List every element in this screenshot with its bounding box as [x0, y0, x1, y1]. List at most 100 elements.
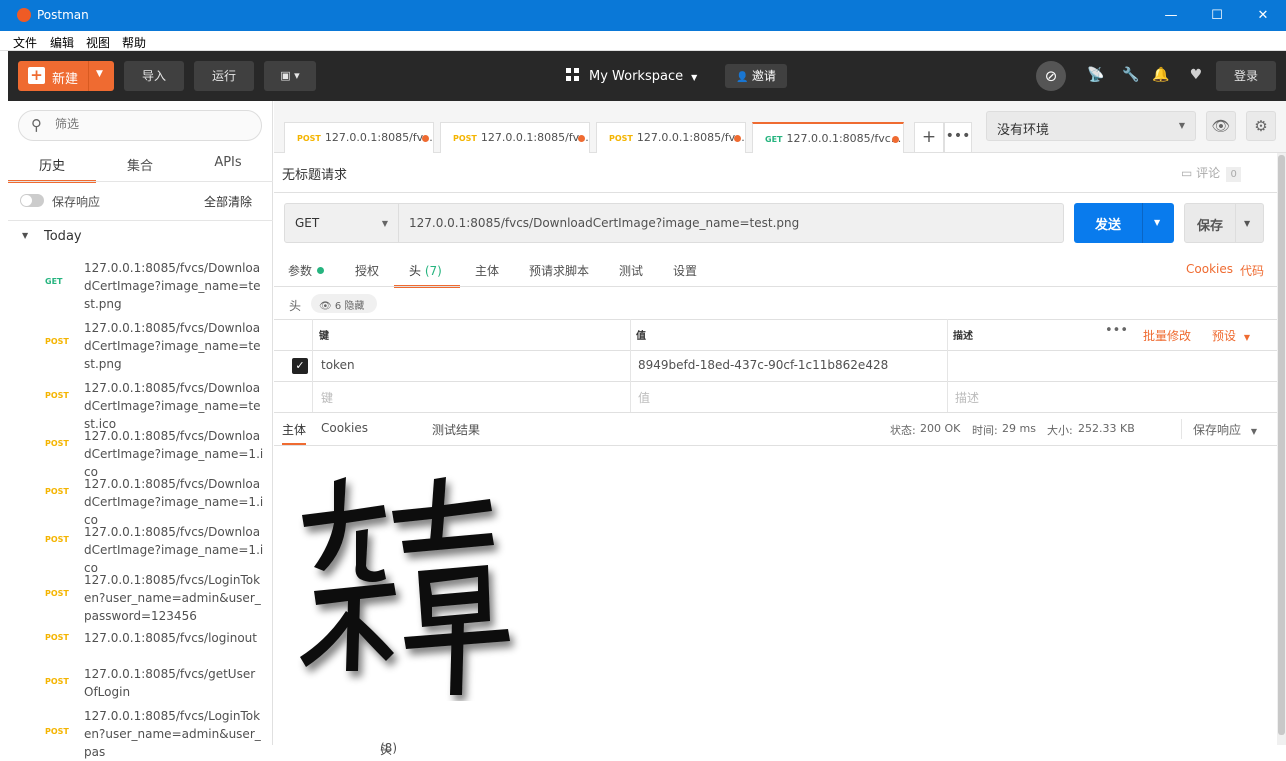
tab-apis[interactable]: APIs: [184, 155, 272, 183]
chevron-down-icon: ▼: [691, 73, 698, 82]
unsaved-dot: [422, 135, 429, 142]
response-tab-test-results[interactable]: 测试结果: [432, 421, 480, 438]
sidebar: ⚲ 历史 集合 APIs 保存响应 全部清除 ▼ Today GET 127.0.…: [8, 101, 273, 759]
chevron-down-icon: ▼: [1250, 427, 1257, 436]
window-title: Postman: [37, 8, 89, 22]
minimize-button[interactable]: —: [1148, 0, 1194, 31]
unsaved-dot: [892, 136, 899, 143]
tab-headers[interactable]: 头 (7): [394, 262, 460, 288]
clear-all-button[interactable]: 全部清除: [204, 193, 252, 210]
heart-icon[interactable]: ♥: [1186, 65, 1206, 85]
history-url: 127.0.0.1:8085/fvcs/getUserOfLogin: [84, 667, 256, 699]
header-enabled-checkbox[interactable]: ✓: [292, 358, 308, 374]
new-header-value-input[interactable]: 值: [638, 389, 650, 406]
save-response-button[interactable]: 保存响应 ▼: [1193, 421, 1257, 438]
app-header: + 新建 ▼ 导入 运行 ▣ ▾ My Workspace ▼ 👤 邀请 ⊘ 📡 …: [8, 51, 1286, 101]
cookies-link[interactable]: Cookies: [1186, 262, 1233, 276]
environment-label: 没有环境: [997, 123, 1050, 138]
comments-button[interactable]: ▭ 评论 0: [1181, 164, 1242, 182]
history-group-label[interactable]: Today: [44, 229, 82, 244]
method-select[interactable]: GET ▼: [284, 203, 399, 243]
send-button[interactable]: 发送 ▼: [1074, 203, 1174, 243]
bulk-edit-button[interactable]: 批量修改: [1143, 327, 1191, 344]
header-value[interactable]: 8949befd-18ed-437c-90cf-1c11b862e428: [638, 358, 888, 372]
search-input[interactable]: [55, 117, 245, 131]
runner-button[interactable]: 运行: [194, 61, 254, 91]
new-button-label: 新建: [52, 72, 79, 87]
divider: [8, 181, 273, 182]
request-title[interactable]: 无标题请求: [282, 164, 347, 183]
menu-view[interactable]: 视图: [86, 34, 110, 51]
more-tabs-button[interactable]: •••: [944, 122, 972, 153]
save-button[interactable]: 保存 ▼: [1184, 203, 1264, 243]
invite-button[interactable]: 👤 邀请: [725, 64, 787, 88]
response-tab-cookies[interactable]: Cookies: [321, 421, 368, 435]
wrench-icon[interactable]: 🔧: [1121, 65, 1141, 85]
gear-icon[interactable]: ⚙: [1246, 111, 1276, 141]
presets-dropdown[interactable]: 预设 ▼: [1212, 327, 1250, 344]
new-header-description-input[interactable]: 描述: [955, 389, 979, 406]
tab-params[interactable]: 参数: [288, 262, 325, 279]
close-button[interactable]: ✕: [1240, 0, 1286, 31]
chevron-down-icon[interactable]: ▼: [1154, 218, 1160, 227]
chevron-down-icon: ▼: [381, 219, 388, 228]
url-input[interactable]: 127.0.0.1:8085/fvcs/DownloadCertImage?im…: [398, 203, 1064, 243]
tab-tests[interactable]: 测试: [619, 262, 643, 279]
import-button[interactable]: 导入: [124, 61, 184, 91]
divider: [274, 286, 1277, 287]
send-divider: [1142, 203, 1143, 243]
request-tab[interactable]: POST 127.0.0.1:8085/fv...: [596, 122, 746, 153]
chevron-down-icon[interactable]: ▼: [22, 231, 28, 240]
environment-select[interactable]: 没有环境 ▼: [986, 111, 1196, 141]
menu-help[interactable]: 帮助: [122, 34, 146, 51]
more-options-icon[interactable]: •••: [1105, 323, 1128, 338]
method-badge: POST: [45, 439, 69, 448]
status-label: 状态:: [890, 424, 916, 437]
request-tab-active[interactable]: GET 127.0.0.1:8085/fvc...: [752, 122, 904, 153]
satellite-icon[interactable]: 📡: [1086, 65, 1106, 85]
menu-file[interactable]: 文件: [13, 34, 37, 51]
request-tab[interactable]: POST 127.0.0.1:8085/fv...: [440, 122, 590, 153]
tab-settings[interactable]: 设置: [673, 262, 697, 279]
add-tab-button[interactable]: +: [914, 122, 944, 153]
sign-in-button[interactable]: 登录: [1216, 61, 1276, 91]
scrollbar[interactable]: [1277, 153, 1286, 745]
request-tab[interactable]: POST 127.0.0.1:8085/fv...: [284, 122, 434, 153]
menu-edit[interactable]: 编辑: [50, 34, 74, 51]
header-key[interactable]: token: [321, 358, 355, 372]
workspace-switcher[interactable]: My Workspace ▼: [566, 68, 697, 84]
method-badge: POST: [45, 337, 69, 346]
tab-collections[interactable]: 集合: [96, 155, 184, 183]
new-window-button[interactable]: ▣ ▾: [264, 61, 316, 91]
history-url: 127.0.0.1:8085/fvcs/LoginToken?user_name…: [84, 573, 261, 623]
chevron-down-icon[interactable]: ▼: [96, 69, 103, 79]
tab-body[interactable]: 主体: [475, 262, 499, 279]
request-tab-label: 127.0.0.1:8085/fv...: [636, 131, 745, 144]
save-divider: [1235, 204, 1236, 242]
tab-params-label: 参数: [288, 264, 313, 278]
maximize-button[interactable]: ☐: [1194, 0, 1240, 31]
scrollbar-thumb[interactable]: [1278, 155, 1285, 735]
tab-authorization[interactable]: 授权: [355, 262, 379, 279]
response-tab-body[interactable]: 主体: [282, 421, 307, 446]
save-responses-toggle[interactable]: [20, 194, 44, 207]
tab-pre-request-script[interactable]: 预请求脚本: [529, 262, 589, 279]
status-value[interactable]: 200 OK: [920, 422, 960, 435]
code-link[interactable]: 代码: [1240, 262, 1264, 279]
sidebar-search[interactable]: ⚲: [18, 110, 262, 141]
new-header-key-input[interactable]: 键: [321, 389, 333, 406]
time-value[interactable]: 29 ms: [1002, 422, 1036, 435]
bell-icon[interactable]: 🔔: [1151, 65, 1171, 85]
chevron-down-icon[interactable]: ▼: [1244, 219, 1250, 228]
divider: [274, 350, 1277, 351]
new-button[interactable]: + 新建 ▼: [18, 61, 114, 91]
method-label: GET: [295, 216, 320, 230]
eye-icon[interactable]: 👁: [1206, 111, 1236, 141]
size-value[interactable]: 252.33 KB: [1078, 422, 1135, 435]
divider: [947, 319, 948, 412]
tab-history[interactable]: 历史: [8, 155, 96, 183]
hidden-headers-toggle[interactable]: 👁 6 隐藏: [311, 294, 377, 313]
method-badge: GET: [765, 135, 783, 144]
request-tab-label: 127.0.0.1:8085/fv...: [480, 131, 589, 144]
sync-off-icon[interactable]: ⊘: [1036, 61, 1066, 91]
